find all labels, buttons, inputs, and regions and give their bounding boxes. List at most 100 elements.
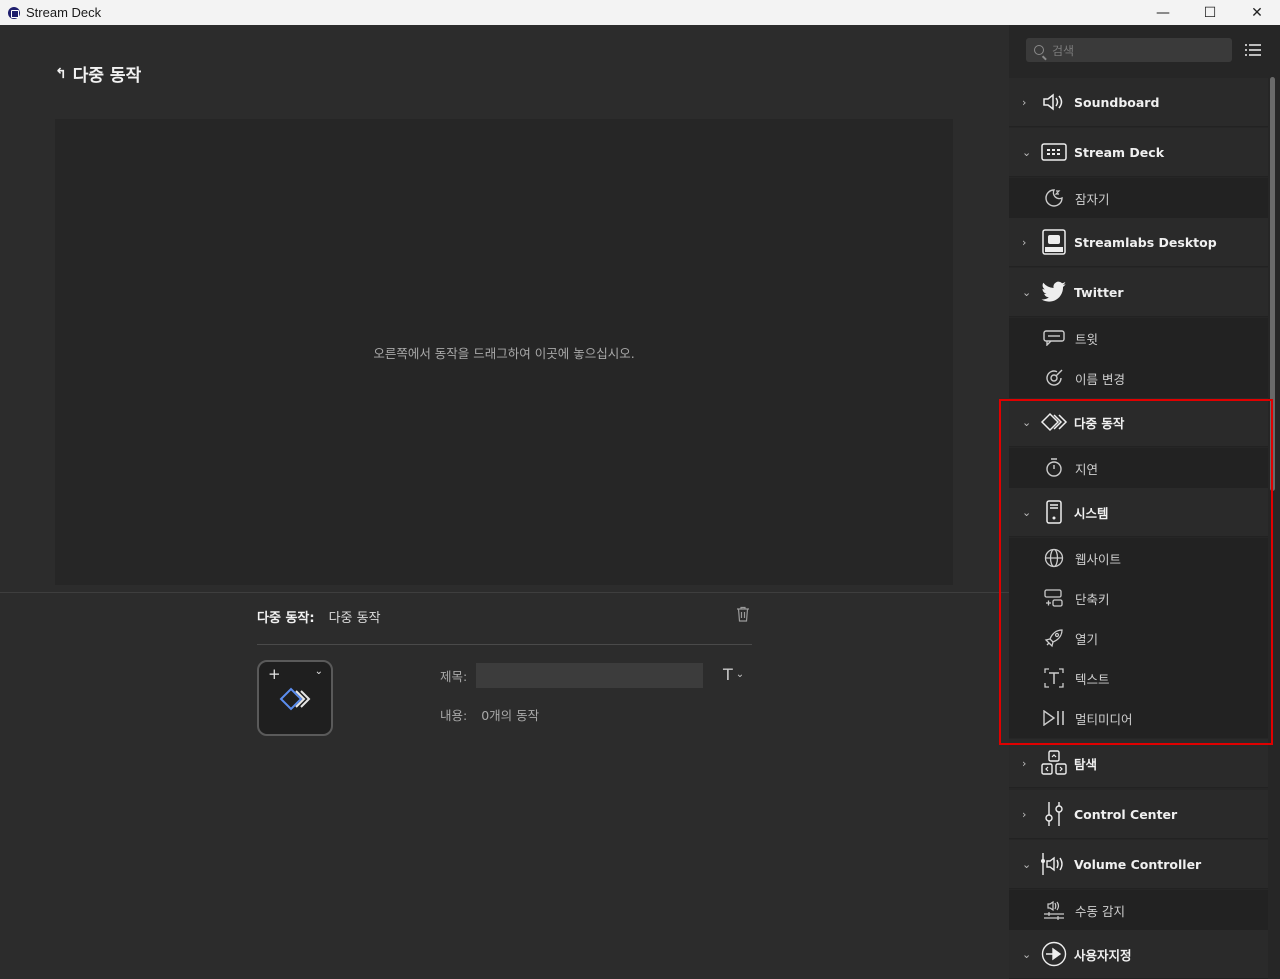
search-placeholder: 검색 — [1052, 43, 1075, 58]
rocket-icon — [1043, 627, 1065, 649]
plus-icon[interactable]: + — [268, 665, 281, 683]
multi-action-icon — [279, 687, 311, 711]
action-hotkey[interactable]: 단축키 — [1009, 578, 1268, 618]
category-custom[interactable]: ⌄ 사용자지정 — [1009, 930, 1268, 979]
chevron-down-icon: ⌄ — [1022, 947, 1032, 961]
page-title: 다중 동작 — [72, 66, 142, 86]
back-arrow-icon: ↰ — [55, 65, 67, 82]
action-label: 트윗 — [1075, 331, 1099, 347]
custom-icon — [1040, 941, 1068, 967]
key-icon-preview[interactable]: + ⌄ — [257, 660, 333, 736]
action-tweet[interactable]: 트윗 — [1009, 318, 1268, 358]
category-label: Streamlabs Desktop — [1074, 234, 1217, 250]
back-button[interactable]: ↰ 다중 동작 — [55, 61, 142, 87]
category-streamlabs-desktop[interactable]: › Streamlabs Desktop — [1009, 218, 1268, 267]
chevron-down-icon: ⌄ — [735, 669, 745, 680]
trash-icon[interactable] — [736, 606, 750, 622]
tweet-icon — [1043, 327, 1065, 349]
content-row: 내용: 0개의 동작 — [440, 705, 539, 724]
speaker-icon — [1040, 90, 1068, 114]
keypad-icon — [1040, 140, 1068, 164]
category-label: 사용자지정 — [1074, 947, 1132, 963]
action-manual-detect[interactable]: 수동 감지 — [1009, 890, 1268, 930]
divider — [0, 592, 1009, 593]
category-twitter[interactable]: ⌄ Twitter — [1009, 268, 1268, 317]
chevron-right-icon: › — [1022, 807, 1027, 821]
action-text[interactable]: 텍스트 — [1009, 658, 1268, 698]
category-label: Volume Controller — [1074, 856, 1202, 872]
category-soundboard[interactable]: › Soundboard — [1009, 78, 1268, 127]
action-sleep[interactable]: 잠자기 — [1009, 178, 1268, 218]
search-input[interactable]: 검색 — [1026, 38, 1232, 62]
chevron-down-icon[interactable]: ⌄ — [315, 666, 323, 677]
action-delay[interactable]: 지연 — [1009, 448, 1268, 488]
play-pause-icon — [1043, 707, 1065, 729]
globe-icon — [1043, 547, 1065, 569]
text-icon — [1043, 667, 1065, 689]
action-rename[interactable]: 이름 변경 — [1009, 358, 1268, 398]
rename-icon — [1043, 367, 1065, 389]
chevron-down-icon: ⌄ — [1022, 505, 1032, 519]
category-label: Stream Deck — [1074, 144, 1165, 160]
content-label: 내용: — [440, 708, 468, 723]
navigation-icon — [1040, 750, 1068, 775]
action-label: 잠자기 — [1075, 191, 1110, 207]
multi-action-icon — [1040, 410, 1068, 434]
action-type-label: 다중 동작: — [257, 611, 315, 626]
category-stream-deck[interactable]: ⌄ Stream Deck — [1009, 128, 1268, 177]
category-volume-controller[interactable]: ⌄ Volume Controller — [1009, 840, 1268, 889]
action-open[interactable]: 열기 — [1009, 618, 1268, 658]
chevron-down-icon: ⌄ — [1022, 415, 1032, 429]
chevron-right-icon: › — [1022, 235, 1027, 249]
category-label: 시스템 — [1074, 505, 1109, 521]
font-settings-button[interactable]: T ⌄ — [723, 665, 744, 684]
actions-panel: 검색 › Soundboard ⌄ Stream Deck 잠자기 › Stre… — [1009, 25, 1280, 979]
action-label: 텍스트 — [1075, 671, 1110, 687]
action-label: 멀티미디어 — [1075, 711, 1133, 727]
twitter-icon — [1040, 280, 1068, 304]
text-format-icon: T — [723, 665, 733, 684]
title-field-row: 제목: — [440, 663, 704, 688]
category-multi-action[interactable]: ⌄ 다중 동작 — [1009, 398, 1268, 447]
detect-icon — [1043, 899, 1065, 921]
hotkey-icon — [1043, 587, 1065, 609]
main-area: ↰ 다중 동작 오른쪽에서 동작을 드래그하여 이곳에 놓으십시오. 다중 동작… — [0, 25, 1009, 979]
category-label: Twitter — [1074, 284, 1124, 300]
category-label: 탐색 — [1074, 756, 1098, 772]
search-icon — [1034, 45, 1044, 55]
category-control-center[interactable]: › Control Center — [1009, 790, 1268, 839]
window-title: Stream Deck — [26, 5, 102, 20]
action-website[interactable]: 웹사이트 — [1009, 538, 1268, 578]
chevron-right-icon: › — [1022, 756, 1027, 770]
maximize-button[interactable]: ☐ — [1187, 0, 1233, 25]
scrollbar[interactable] — [1270, 77, 1275, 491]
action-multimedia[interactable]: 멀티미디어 — [1009, 698, 1268, 738]
drop-hint: 오른쪽에서 동작을 드래그하여 이곳에 놓으십시오. — [373, 345, 635, 361]
chevron-down-icon: ⌄ — [1022, 285, 1032, 299]
category-navigation[interactable]: › 탐색 — [1009, 739, 1268, 788]
action-label: 이름 변경 — [1075, 371, 1125, 387]
action-type-value: 다중 동작 — [328, 611, 381, 626]
obs-icon — [1040, 229, 1068, 255]
action-label: 웹사이트 — [1075, 551, 1122, 567]
action-label: 수동 감지 — [1075, 903, 1125, 919]
category-label: Soundboard — [1074, 94, 1160, 110]
action-label: 단축키 — [1075, 591, 1110, 607]
category-system[interactable]: ⌄ 시스템 — [1009, 488, 1268, 537]
action-label: 열기 — [1075, 631, 1099, 647]
sliders-icon — [1040, 802, 1068, 826]
sleep-icon — [1043, 187, 1065, 209]
chevron-right-icon: › — [1022, 95, 1027, 109]
volume-controller-icon — [1040, 852, 1068, 876]
timer-icon — [1043, 457, 1065, 479]
drop-zone[interactable]: 오른쪽에서 동작을 드래그하여 이곳에 놓으십시오. — [55, 119, 953, 585]
title-label: 제목: — [440, 669, 468, 684]
title-input[interactable] — [476, 663, 704, 688]
close-button[interactable]: ✕ — [1234, 0, 1280, 25]
category-label: 다중 동작 — [1074, 415, 1125, 431]
title-bar: Stream Deck — ☐ ✕ — [0, 0, 1280, 25]
content-value: 0개의 동작 — [481, 708, 540, 723]
minimize-button[interactable]: — — [1140, 0, 1186, 25]
chevron-down-icon: ⌄ — [1022, 145, 1032, 159]
list-view-icon[interactable] — [1245, 43, 1261, 57]
